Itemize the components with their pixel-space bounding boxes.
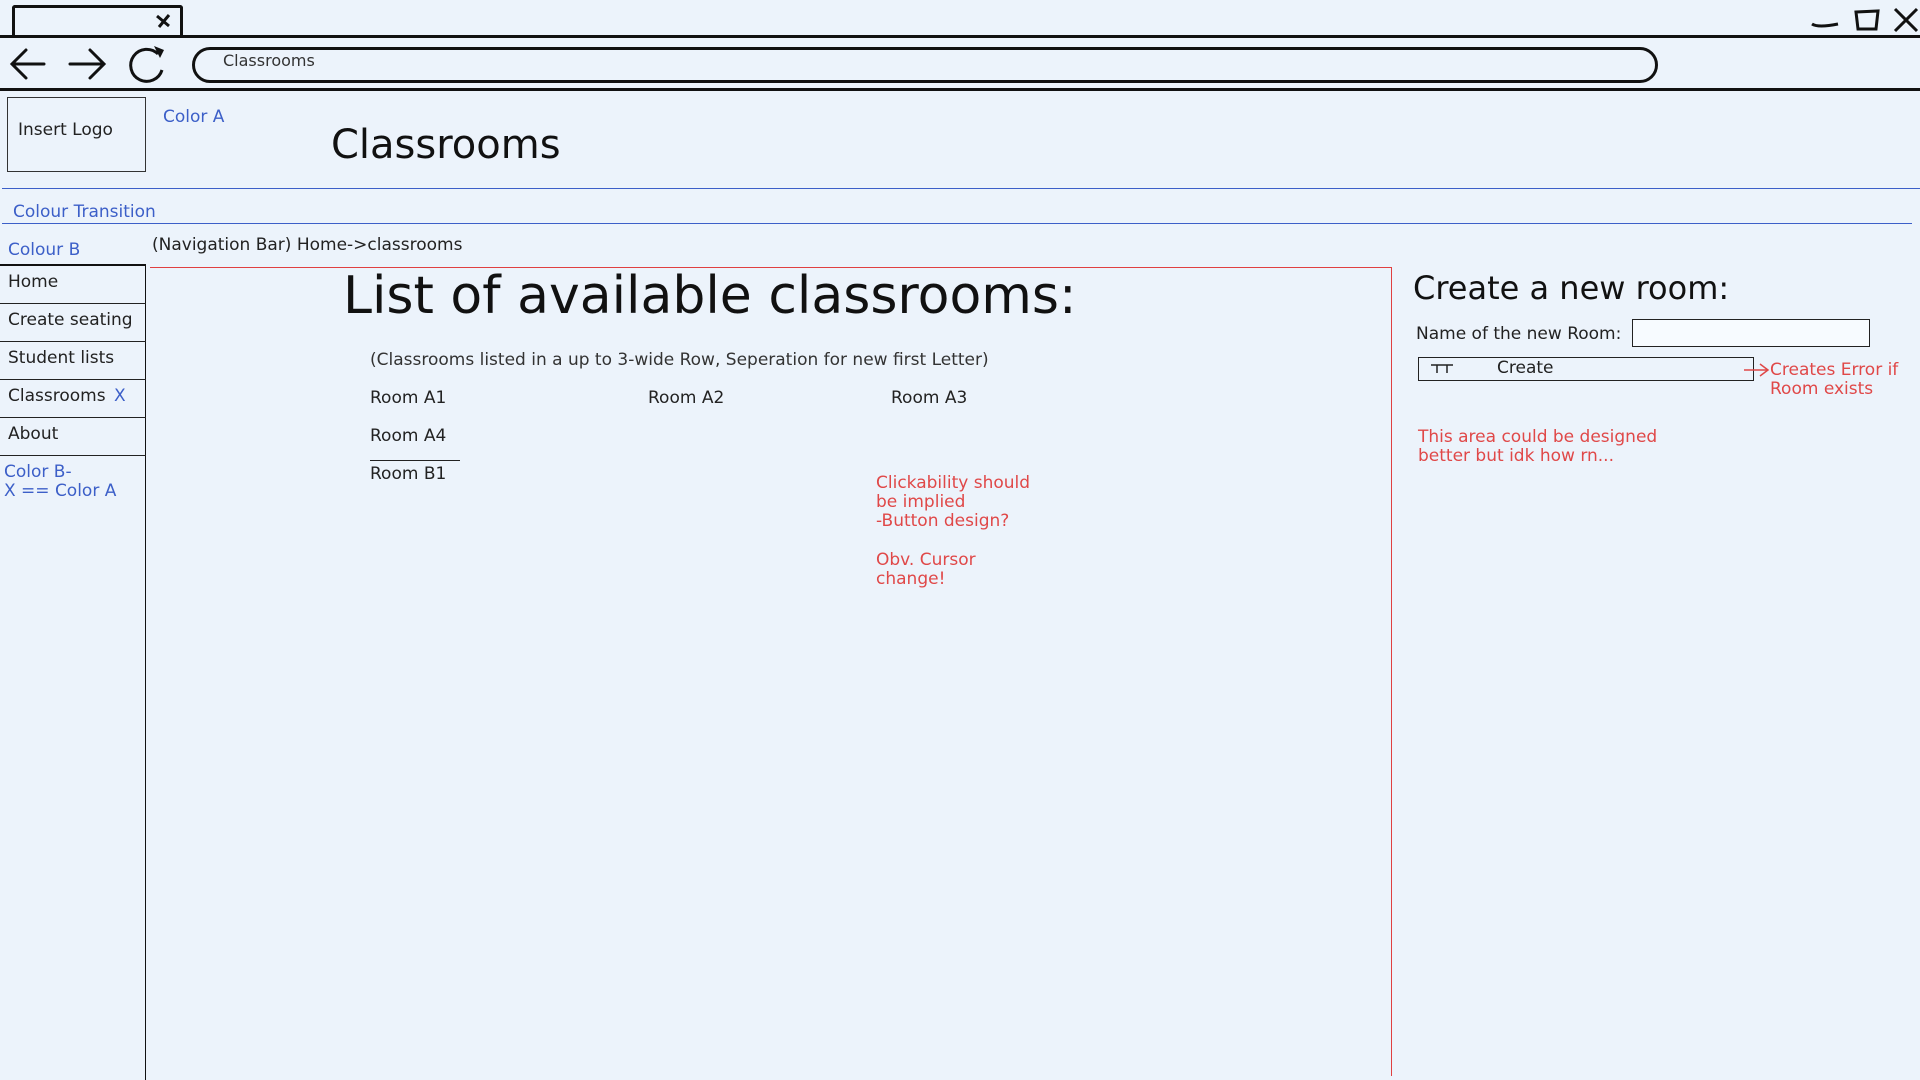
breadcrumb: (Navigation Bar) Home->classrooms (152, 235, 463, 255)
room-item[interactable]: Room A2 (648, 388, 724, 408)
room-item[interactable]: Room B1 (370, 464, 446, 484)
close-window-icon[interactable] (1890, 6, 1920, 34)
sidebar-item-classrooms[interactable]: Classrooms X (0, 380, 146, 418)
sidebar-item-create-seating[interactable]: Create seating (0, 304, 146, 342)
page-title: Classrooms (331, 122, 561, 168)
sidebar-item-label: Classrooms (8, 386, 106, 406)
create-room-button[interactable]: Create (1418, 357, 1754, 381)
legend-line: Color B- (4, 462, 72, 482)
clickability-annotation: Clickability should be implied -Button d… (876, 473, 1031, 531)
address-bar[interactable] (192, 47, 1658, 83)
design-annotation: This area could be designed better but i… (1418, 427, 1658, 466)
letter-separator (370, 460, 460, 461)
back-arrow-icon[interactable] (6, 42, 52, 86)
list-title: List of available classrooms: (343, 266, 1077, 326)
logo-text: Insert Logo (18, 120, 113, 140)
create-button-label: Create (1497, 358, 1554, 378)
forward-arrow-icon[interactable] (64, 42, 110, 86)
sidebar-item-label: Create seating (8, 310, 133, 330)
transition-divider (2, 223, 1912, 224)
tab-bar-divider (0, 35, 1920, 38)
tab-close-icon[interactable] (154, 12, 172, 30)
toolbar-divider (0, 88, 1920, 91)
color-a-annotation: Color A (163, 107, 225, 127)
sidebar-item-about[interactable]: About (0, 418, 146, 456)
minimize-icon[interactable] (1808, 6, 1842, 34)
list-hint: (Classrooms listed in a up to 3-wide Row… (370, 350, 989, 370)
arrow-right-icon (1744, 363, 1770, 377)
address-text[interactable]: Classrooms (223, 51, 315, 70)
active-marker: X (114, 386, 126, 406)
button-icon (1431, 364, 1453, 373)
create-room-title: Create a new room: (1413, 269, 1730, 307)
maximize-icon[interactable] (1850, 6, 1884, 34)
error-annotation: Creates Error if Room exists (1770, 360, 1899, 399)
sidebar-color-legend: Color B- X == Color A (4, 463, 116, 501)
room-item[interactable]: Room A4 (370, 426, 446, 446)
cursor-annotation: Obv. Cursor change! (876, 550, 976, 589)
room-name-label: Name of the new Room: (1416, 324, 1622, 344)
sidebar-item-label: Home (8, 272, 59, 292)
colour-transition-annotation: Colour Transition (13, 202, 156, 222)
room-item[interactable]: Room A3 (891, 388, 967, 408)
header-divider (2, 188, 1920, 189)
sidebar-item-home[interactable]: Home (0, 266, 146, 304)
sidebar-item-label: Student lists (8, 348, 115, 368)
legend-line: X == Color A (4, 481, 117, 501)
reload-icon[interactable] (124, 42, 170, 86)
classroom-list-area (150, 267, 1392, 1076)
sidebar-item-student-lists[interactable]: Student lists (0, 342, 146, 380)
room-name-input[interactable] (1632, 319, 1870, 347)
sidebar-item-label: About (8, 424, 59, 444)
colour-b-annotation: Colour B (8, 240, 81, 260)
room-item[interactable]: Room A1 (370, 388, 446, 408)
